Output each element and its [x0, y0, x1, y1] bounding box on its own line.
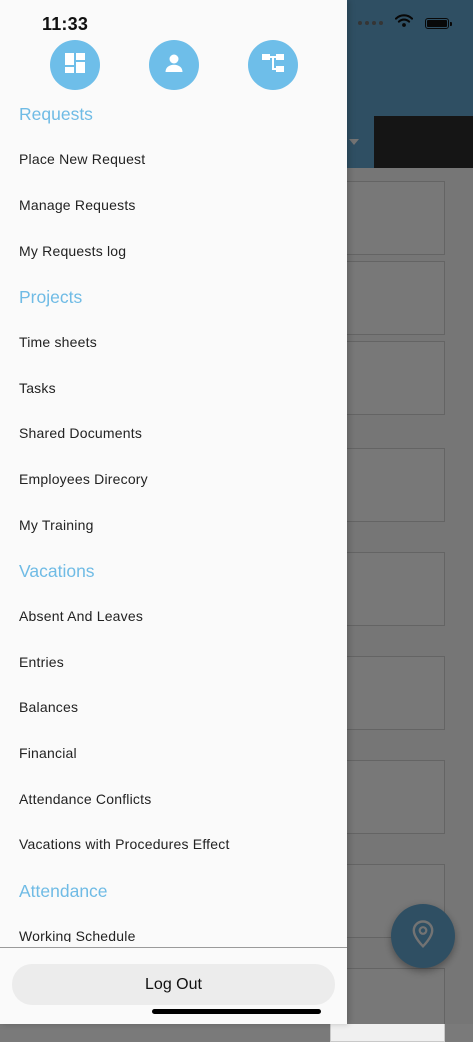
- dashboard-icon: [64, 52, 86, 79]
- menu-item-working-schedule[interactable]: Working Schedule: [19, 928, 136, 942]
- org-chart-icon: [261, 52, 285, 79]
- menu-item-employees-directory[interactable]: Employees Direcory: [19, 471, 148, 487]
- menu-item-my-requests-log[interactable]: My Requests log: [19, 243, 126, 259]
- drawer-menu[interactable]: Requests Place New Request Manage Reques…: [0, 96, 347, 942]
- menu-item-attendance-conflicts[interactable]: Attendance Conflicts: [19, 791, 151, 807]
- menu-item-shared-documents[interactable]: Shared Documents: [19, 425, 142, 441]
- navigation-drawer: 11:33 Requests Place New Request Manage …: [0, 0, 347, 1024]
- organization-button[interactable]: [248, 40, 298, 90]
- section-title-projects: Projects: [19, 287, 83, 307]
- drawer-divider: [0, 947, 347, 948]
- logout-button[interactable]: Log Out: [12, 964, 335, 1005]
- menu-item-financial[interactable]: Financial: [19, 745, 77, 761]
- home-indicator[interactable]: [152, 1009, 321, 1014]
- section-title-vacations: Vacations: [19, 561, 95, 581]
- section-title-requests: Requests: [19, 104, 93, 124]
- profile-button[interactable]: [149, 40, 199, 90]
- menu-item-entries[interactable]: Entries: [19, 654, 64, 670]
- menu-item-vacations-procedures-effect[interactable]: Vacations with Procedures Effect: [19, 836, 230, 852]
- menu-item-time-sheets[interactable]: Time sheets: [19, 334, 97, 350]
- menu-item-balances[interactable]: Balances: [19, 699, 78, 715]
- menu-item-absent-and-leaves[interactable]: Absent And Leaves: [19, 608, 143, 624]
- person-icon: [163, 52, 185, 79]
- menu-item-manage-requests[interactable]: Manage Requests: [19, 197, 136, 213]
- menu-item-my-training[interactable]: My Training: [19, 517, 94, 533]
- menu-item-place-new-request[interactable]: Place New Request: [19, 151, 145, 167]
- menu-item-tasks[interactable]: Tasks: [19, 380, 56, 396]
- section-title-attendance: Attendance: [19, 881, 108, 901]
- status-time: 11:33: [42, 14, 89, 34]
- dashboard-button[interactable]: [50, 40, 100, 90]
